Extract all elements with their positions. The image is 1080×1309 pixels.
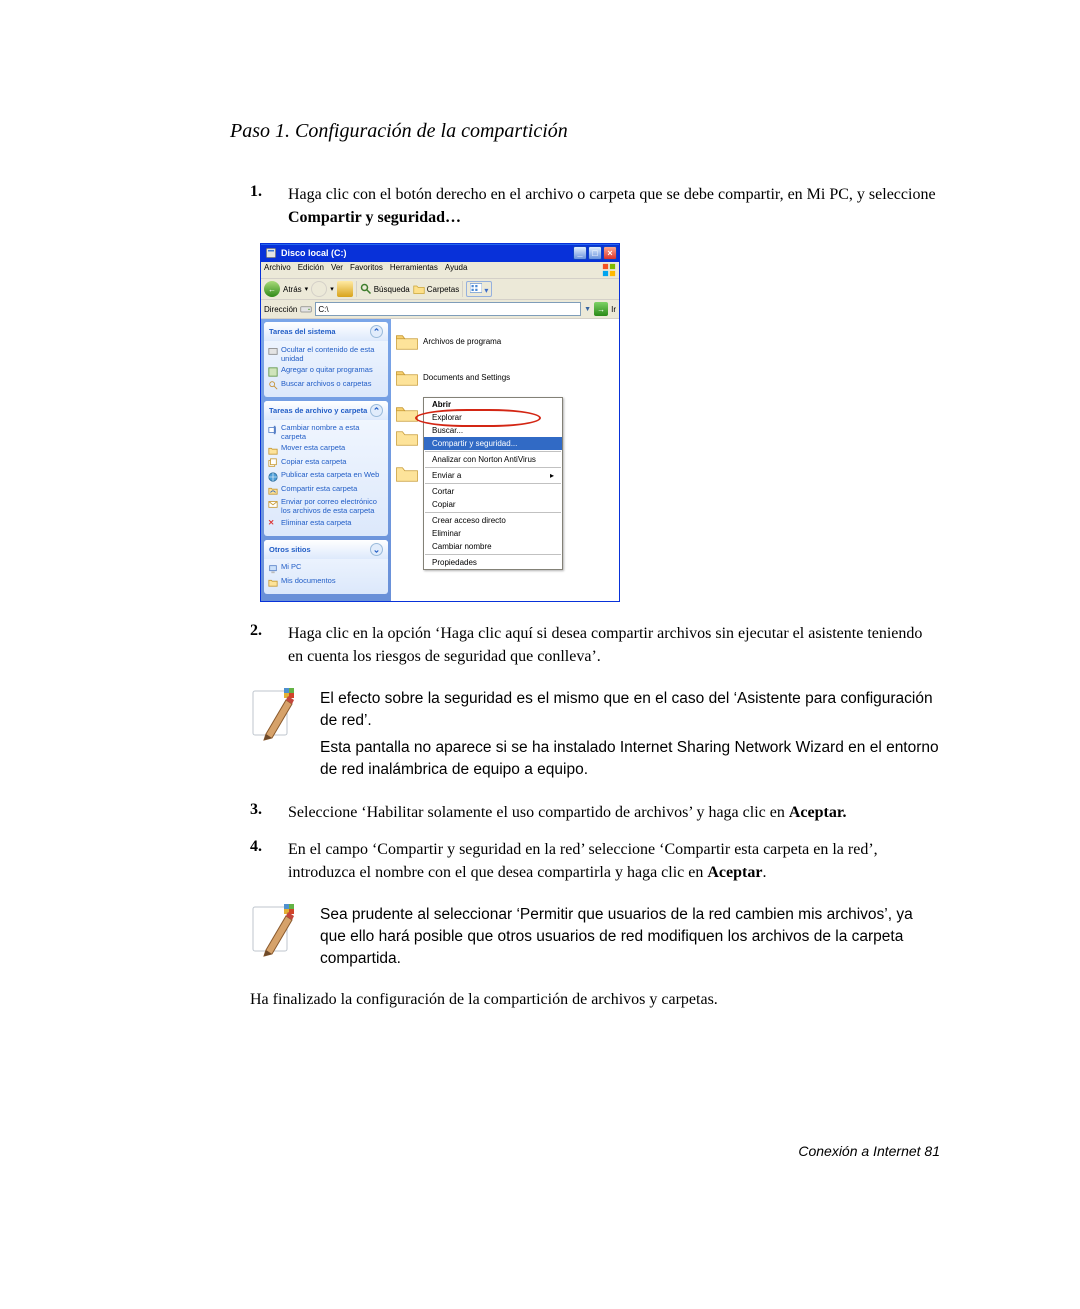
drive-icon	[300, 303, 312, 315]
step-number: 3.	[250, 801, 288, 824]
ctx-copiar[interactable]: Copiar	[424, 498, 562, 511]
ctx-explorar[interactable]: Explorar	[424, 411, 562, 424]
collapse-icon[interactable]: ⌃	[370, 325, 383, 338]
forward-button[interactable]	[311, 281, 327, 297]
ctx-enviar[interactable]: Enviar a▸	[424, 469, 562, 482]
ctx-acceso[interactable]: Crear acceso directo	[424, 514, 562, 527]
system-tasks-panel: Tareas del sistema ⌃ Ocultar el contenido…	[264, 322, 388, 396]
address-input[interactable]	[315, 302, 581, 316]
menu-ayuda[interactable]: Ayuda	[445, 263, 468, 277]
toolbar: ← Atrás ▾ ▾ Búsqueda Carpetas ▾	[261, 279, 619, 300]
address-label: Dirección	[264, 305, 297, 314]
tasks-sidebar: Tareas del sistema ⌃ Ocultar el contenido…	[261, 319, 391, 600]
titlebar: Disco local (C:) _□×	[261, 244, 619, 262]
ctx-buscar[interactable]: Buscar...	[424, 424, 562, 437]
note-text: Esta pantalla no aparece si se ha instal…	[320, 737, 940, 780]
task-rename[interactable]: Cambiar nombre a esta carpeta	[268, 423, 384, 443]
task-delete[interactable]: ✕Eliminar esta carpeta	[268, 517, 384, 531]
step-3: 3. Seleccione ‘Habilitar solamente el us…	[250, 801, 940, 824]
task-share[interactable]: Compartir esta carpeta	[268, 483, 384, 497]
window-title: Disco local (C:)	[281, 248, 347, 258]
section-title: Paso 1. Configuración de la compartición	[230, 120, 940, 143]
menu-edicion[interactable]: Edición	[298, 263, 324, 277]
note-block-1: El efecto sobre la seguridad es el mismo…	[250, 688, 940, 781]
folder-archivos-programa[interactable]: Archivos de programa	[395, 331, 615, 351]
step-text: En el campo ‘Compartir y seguridad en la…	[288, 841, 878, 881]
pencil-note-icon	[250, 904, 296, 965]
step-bold: Compartir y seguridad…	[288, 209, 461, 226]
step-number: 4.	[250, 838, 288, 884]
ctx-analizar[interactable]: Analizar con Norton AntiVirus	[424, 453, 562, 466]
ctx-cortar[interactable]: Cortar	[424, 485, 562, 498]
link-mipc[interactable]: Mi PC	[268, 562, 384, 576]
final-paragraph: Ha finalizado la configuración de la com…	[250, 991, 940, 1009]
menu-favoritos[interactable]: Favoritos	[350, 263, 383, 277]
pencil-note-icon	[250, 688, 296, 749]
note-text: El efecto sobre la seguridad es el mismo…	[320, 688, 940, 731]
panel-title-sistema: Tareas del sistema	[269, 327, 336, 336]
folder-label: Documents and Settings	[423, 373, 510, 382]
task-hide-contents[interactable]: Ocultar el contenido de esta unidad	[268, 344, 384, 364]
expand-icon[interactable]: ⌃	[370, 543, 383, 556]
task-email[interactable]: Enviar por correo electrónico los archiv…	[268, 497, 384, 517]
ctx-cambiar[interactable]: Cambiar nombre	[424, 540, 562, 553]
task-add-remove[interactable]: Agregar o quitar programas	[268, 365, 384, 379]
go-label: Ir	[611, 305, 616, 314]
step-text: Haga clic con el botón derecho en el arc…	[288, 186, 936, 203]
search-button[interactable]: Búsqueda	[360, 283, 410, 295]
back-button[interactable]: ←	[264, 281, 280, 297]
file-area: Archivos de programa Documents and Setti…	[391, 319, 619, 600]
task-publish[interactable]: Publicar esta carpeta en Web	[268, 470, 384, 484]
up-button[interactable]	[337, 281, 353, 297]
ctx-eliminar[interactable]: Eliminar	[424, 527, 562, 540]
task-search[interactable]: Buscar archivos o carpetas	[268, 378, 384, 392]
go-button[interactable]: →	[594, 302, 608, 316]
folders-button[interactable]: Carpetas	[413, 283, 459, 295]
ctx-abrir[interactable]: Abrir	[424, 398, 562, 411]
menu-archivo[interactable]: Archivo	[264, 263, 291, 277]
step-text: Haga clic en la opción ‘Haga clic aquí s…	[288, 625, 922, 665]
xp-explorer-window: Disco local (C:) _□× Archivo Edición Ver…	[260, 243, 620, 601]
menu-herramientas[interactable]: Herramientas	[390, 263, 438, 277]
views-button[interactable]: ▾	[466, 281, 492, 297]
file-tasks-panel: Tareas de archivo y carpeta⌃ Cambiar nom…	[264, 401, 388, 536]
ctx-propiedades[interactable]: Propiedades	[424, 556, 562, 569]
step-text: Seleccione ‘Habilitar solamente el uso c…	[288, 804, 789, 821]
panel-title-otros: Otros sitios	[269, 545, 311, 554]
maximize-button[interactable]: □	[588, 246, 602, 260]
step-2: 2. Haga clic en la opción ‘Haga clic aqu…	[250, 622, 940, 668]
windows-flag-icon	[602, 263, 616, 277]
ctx-compartir[interactable]: Compartir y seguridad...	[424, 437, 562, 450]
step-bold: Aceptar	[707, 864, 762, 881]
page-footer: Conexión a Internet 81	[798, 1143, 940, 1159]
task-copy[interactable]: Copiar esta carpeta	[268, 456, 384, 470]
step-number: 2.	[250, 622, 288, 668]
other-places-panel: Otros sitios ⌃ Mi PC Mis documentos	[264, 540, 388, 594]
panel-title-archivo: Tareas de archivo y carpeta	[269, 406, 367, 415]
menu-ver[interactable]: Ver	[331, 263, 343, 277]
step-4: 4. En el campo ‘Compartir y seguridad en…	[250, 838, 940, 884]
note-block-2: Sea prudente al seleccionar ‘Permitir qu…	[250, 904, 940, 969]
folder-label: Archivos de programa	[423, 337, 501, 346]
step-bold: Aceptar.	[789, 804, 847, 821]
step-number: 1.	[250, 183, 288, 229]
step-1: 1. Haga clic con el botón derecho en el …	[250, 183, 940, 229]
close-button[interactable]: ×	[603, 246, 617, 260]
step-text-after: .	[762, 864, 766, 881]
addressbar: Dirección ▼ → Ir	[261, 300, 619, 319]
minimize-button[interactable]: _	[573, 246, 587, 260]
link-misdocs[interactable]: Mis documentos	[268, 575, 384, 589]
folder-documents-settings[interactable]: Documents and Settings	[395, 367, 615, 387]
collapse-icon[interactable]: ⌃	[370, 404, 383, 417]
back-label[interactable]: Atrás	[283, 285, 302, 294]
context-menu: Abrir Explorar Buscar... Compartir y seg…	[423, 397, 563, 570]
note-text: Sea prudente al seleccionar ‘Permitir qu…	[320, 904, 940, 969]
task-move[interactable]: Mover esta carpeta	[268, 443, 384, 457]
menubar: Archivo Edición Ver Favoritos Herramient…	[261, 262, 619, 279]
